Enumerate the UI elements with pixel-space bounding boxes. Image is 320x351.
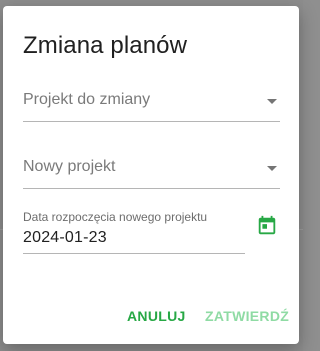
chevron-down-icon: [267, 99, 277, 104]
calendar-icon: [258, 215, 276, 235]
start-date-label: Data rozpoczęcia nowego projektu: [23, 210, 208, 224]
project-to-change-select[interactable]: Projekt do zmiany: [23, 86, 280, 122]
confirm-button[interactable]: ZATWIERDŹ: [205, 308, 289, 324]
date-picker-button[interactable]: [256, 215, 278, 237]
dialog-title: Zmiana planów: [23, 32, 188, 59]
new-project-placeholder: Nowy projekt: [23, 158, 116, 175]
change-plans-dialog: Zmiana planów Projekt do zmiany Nowy pro…: [3, 6, 299, 344]
cancel-button[interactable]: ANULUJ: [127, 308, 186, 324]
start-date-value[interactable]: 2024-01-23: [23, 229, 107, 247]
chevron-down-icon: [267, 166, 277, 171]
new-project-select[interactable]: Nowy projekt: [23, 153, 280, 189]
project-to-change-placeholder: Projekt do zmiany: [23, 91, 151, 108]
start-date-field[interactable]: Data rozpoczęcia nowego projektu 2024-01…: [23, 208, 245, 254]
